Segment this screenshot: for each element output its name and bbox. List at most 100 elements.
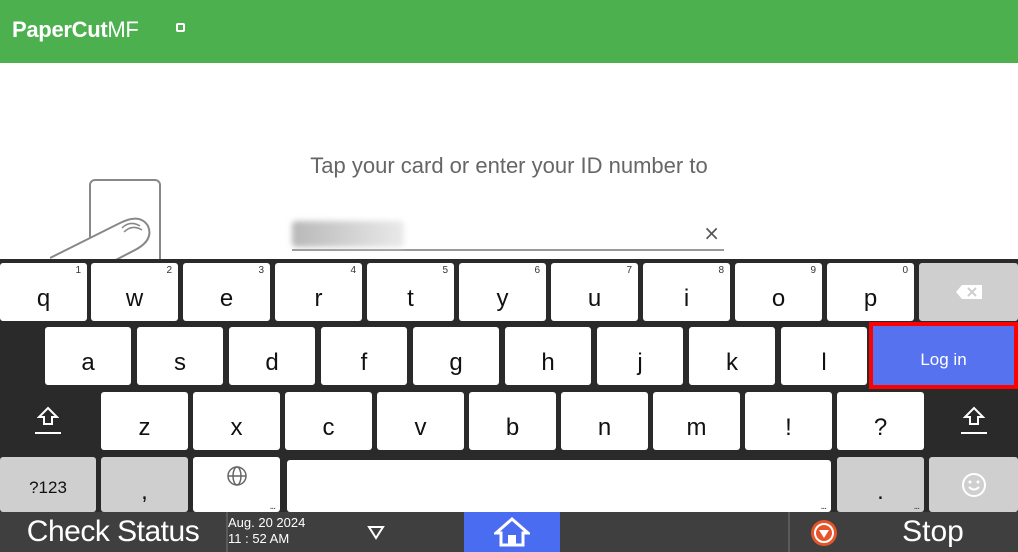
key-y-number: 6 bbox=[534, 265, 540, 276]
key-b-label: b bbox=[505, 414, 520, 441]
login-prompt: Tap your card or enter your ID number to bbox=[310, 153, 708, 178]
key-z[interactable]: z bbox=[101, 392, 188, 450]
key-y-label: y bbox=[496, 285, 509, 312]
key-d[interactable]: d bbox=[229, 327, 315, 385]
key-g[interactable]: g bbox=[413, 327, 499, 385]
onscreen-keyboard: 1q 2w 3e 4r 5t 6y 7u 8i 9o 0p a s d f g … bbox=[0, 259, 1018, 512]
id-number-input[interactable]: × bbox=[292, 215, 724, 251]
key-j[interactable]: j bbox=[597, 327, 683, 385]
key-g-label: g bbox=[449, 349, 463, 376]
key-t-number: 5 bbox=[442, 265, 448, 276]
date-time-display: Aug. 20 2024 11 : 52 AM bbox=[228, 515, 305, 547]
key-s[interactable]: s bbox=[137, 327, 223, 385]
symbols-key[interactable]: ?123 bbox=[0, 457, 96, 512]
key-exclamation-label: ! bbox=[785, 414, 792, 441]
check-status-button[interactable]: Check Status bbox=[0, 512, 226, 552]
clear-input-icon[interactable]: × bbox=[703, 221, 720, 245]
key-a-label: a bbox=[81, 349, 95, 376]
key-exclamation[interactable]: ! bbox=[745, 392, 832, 450]
emoji-key[interactable] bbox=[929, 457, 1018, 512]
shift-icon bbox=[35, 406, 61, 436]
key-k-label: k bbox=[726, 349, 738, 376]
shift-key-right[interactable] bbox=[929, 392, 1018, 450]
key-e-number: 3 bbox=[258, 265, 264, 276]
login-button[interactable]: Log in bbox=[869, 322, 1018, 389]
key-l-label: l bbox=[821, 349, 827, 376]
language-key[interactable]: ... bbox=[193, 457, 280, 512]
key-z-label: z bbox=[138, 414, 151, 441]
key-r-number: 4 bbox=[350, 265, 356, 276]
key-d-label: d bbox=[265, 349, 279, 376]
key-v[interactable]: v bbox=[377, 392, 464, 450]
key-n-label: n bbox=[597, 414, 612, 441]
key-n[interactable]: n bbox=[561, 392, 648, 450]
period-key-label: . bbox=[877, 477, 884, 505]
key-question-label: ? bbox=[873, 414, 888, 441]
screen: PaperCutMF Tap your card or enter your I… bbox=[0, 0, 1018, 552]
key-i[interactable]: 8i bbox=[643, 263, 730, 321]
key-w[interactable]: 2w bbox=[91, 263, 178, 321]
key-i-number: 8 bbox=[718, 265, 724, 276]
key-h[interactable]: h bbox=[505, 327, 591, 385]
logo-text: PaperCut bbox=[12, 17, 108, 42]
period-key[interactable]: .... bbox=[837, 457, 924, 512]
divider bbox=[788, 512, 790, 552]
comma-key[interactable]: , bbox=[101, 457, 188, 512]
logo-mark-icon bbox=[176, 23, 185, 32]
date-text: Aug. 20 2024 bbox=[228, 515, 306, 530]
home-icon bbox=[494, 517, 530, 547]
key-p-label: p bbox=[863, 285, 878, 312]
key-x[interactable]: x bbox=[193, 392, 280, 450]
logo-suffix: MF bbox=[107, 17, 139, 42]
key-c-label: c bbox=[322, 414, 335, 441]
id-value-redacted bbox=[292, 221, 404, 247]
shift-key-left[interactable] bbox=[0, 392, 96, 450]
language-more-dots: ... bbox=[269, 501, 276, 512]
triangle-down-icon[interactable] bbox=[366, 522, 386, 542]
key-c[interactable]: c bbox=[285, 392, 372, 450]
key-q-label: q bbox=[36, 285, 51, 312]
key-q[interactable]: 1q bbox=[0, 263, 87, 321]
key-u-number: 7 bbox=[626, 265, 632, 276]
login-content: Tap your card or enter your ID number to… bbox=[0, 63, 1018, 259]
key-m[interactable]: m bbox=[653, 392, 740, 450]
key-f[interactable]: f bbox=[321, 327, 407, 385]
symbols-key-label: ?123 bbox=[29, 477, 67, 497]
key-j-label: j bbox=[637, 349, 643, 376]
key-v-label: v bbox=[414, 414, 427, 441]
key-question[interactable]: ? bbox=[837, 392, 924, 450]
key-s-label: s bbox=[174, 349, 186, 376]
key-k[interactable]: k bbox=[689, 327, 775, 385]
key-r[interactable]: 4r bbox=[275, 263, 362, 321]
key-p-number: 0 bbox=[902, 265, 908, 276]
space-key[interactable]: ... bbox=[287, 460, 831, 512]
space-more-dots: ... bbox=[820, 501, 827, 512]
key-u[interactable]: 7u bbox=[551, 263, 638, 321]
key-b[interactable]: b bbox=[469, 392, 556, 450]
key-t-label: t bbox=[407, 285, 414, 312]
card-tap-icon bbox=[50, 179, 161, 259]
key-o-number: 9 bbox=[810, 265, 816, 276]
backspace-key[interactable] bbox=[919, 263, 1018, 321]
key-e[interactable]: 3e bbox=[183, 263, 270, 321]
key-i-label: i bbox=[683, 285, 690, 312]
key-f-label: f bbox=[360, 349, 368, 376]
key-h-label: h bbox=[541, 349, 555, 376]
stop-icon[interactable] bbox=[810, 519, 838, 547]
globe-icon bbox=[226, 465, 247, 486]
comma-key-label: , bbox=[141, 477, 148, 505]
key-q-number: 1 bbox=[75, 265, 81, 276]
period-more-dots: ... bbox=[913, 501, 920, 512]
key-l[interactable]: l bbox=[781, 327, 867, 385]
key-t[interactable]: 5t bbox=[367, 263, 454, 321]
home-button[interactable] bbox=[464, 512, 560, 552]
key-a[interactable]: a bbox=[45, 327, 131, 385]
shift-icon bbox=[960, 406, 987, 436]
login-button-label: Log in bbox=[920, 349, 967, 369]
key-p[interactable]: 0p bbox=[827, 263, 914, 321]
key-o[interactable]: 9o bbox=[735, 263, 822, 321]
header-bar: PaperCutMF bbox=[0, 0, 1018, 63]
stop-button[interactable]: Stop bbox=[848, 512, 1018, 552]
papercut-logo: PaperCutMF bbox=[12, 17, 185, 43]
key-y[interactable]: 6y bbox=[459, 263, 546, 321]
